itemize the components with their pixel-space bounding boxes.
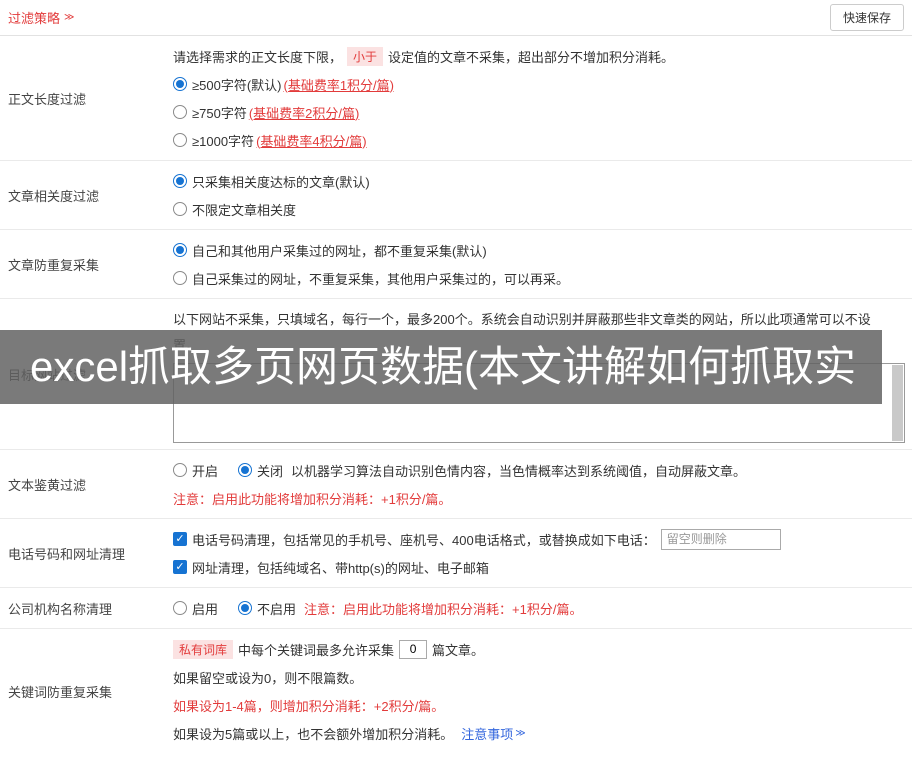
keyword-note-1-4: 如果设为1-4篇，则增加积分消耗：+2积分/篇。 bbox=[173, 698, 445, 714]
row-content-dedupe: 自己和其他用户采集过的网址，都不重复采集(默认) 自己采集过的网址，不重复采集，… bbox=[173, 230, 912, 298]
row-content-keyword: 私有词库 中每个关键词最多允许采集 篇文章。 如果留空或设为0，则不限篇数。 如… bbox=[173, 629, 912, 753]
private-lexicon-badge: 私有词库 bbox=[173, 639, 234, 659]
phone-cleanup-label: 电话号码清理，包括常见的手机号、座机号、400电话格式，或替换成如下电话： bbox=[192, 532, 656, 548]
row-label-porn-filter: 文本鉴黄过滤 bbox=[8, 477, 87, 493]
option-label: ≥750字符 bbox=[192, 105, 247, 121]
option-label: 只采集相关度达标的文章(默认) bbox=[192, 174, 370, 190]
porn-filter-options: 开启 关闭 以机器学习算法自动识别色情内容，当色情概率达到系统阈值，自动屏蔽文章… bbox=[173, 456, 905, 484]
row-label-body-length: 正文长度过滤 bbox=[8, 91, 87, 107]
company-cleanup-options: 启用 不启用 注意：启用此功能将增加积分消耗：+1积分/篇。 bbox=[173, 594, 905, 622]
option-label-company-off: 不启用 bbox=[257, 601, 297, 617]
company-cleanup-note: 注意：启用此功能将增加积分消耗：+1积分/篇。 bbox=[304, 601, 583, 617]
row-body-length-filter: 正文长度过滤 请选择需求的正文长度下限， 小于 设定值的文章不采集，超出部分不增… bbox=[0, 36, 912, 161]
option-label-company-on: 启用 bbox=[192, 601, 219, 617]
radio-option-1000[interactable]: ≥1000字符 (基础费率4积分/篇) bbox=[173, 126, 905, 154]
radio-option-relevance-any[interactable]: 不限定文章相关度 bbox=[173, 195, 905, 223]
radio-option-dedupe-self[interactable]: 自己采集过的网址，不重复采集，其他用户采集过的，可以再采。 bbox=[173, 264, 905, 292]
notice-link[interactable]: 注意事项 bbox=[461, 724, 513, 743]
fee-note: (基础费率4积分/篇) bbox=[256, 133, 367, 149]
option-label-porn-off: 关闭 bbox=[257, 463, 284, 479]
radio-option-500[interactable]: ≥500字符(默认) (基础费率1积分/篇) bbox=[173, 70, 905, 98]
keyword-limit-line: 私有词库 中每个关键词最多允许采集 篇文章。 bbox=[173, 635, 905, 663]
row-phone-url-cleanup: 电话号码和网址清理 电话号码清理，包括常见的手机号、座机号、400电话格式，或替… bbox=[0, 519, 912, 588]
keyword-count-input[interactable] bbox=[399, 639, 428, 659]
keyword-limit-text-end: 篇文章。 bbox=[432, 642, 485, 658]
header: 过滤策略 ≫ 快速保存 bbox=[0, 0, 912, 36]
radio-icon-750[interactable] bbox=[173, 105, 187, 119]
intro-text-post: 设定值的文章不采集，超出部分不增加积分消耗。 bbox=[388, 49, 675, 65]
row-content-phone-url: 电话号码清理，包括常见的手机号、座机号、400电话格式，或替换成如下电话： 网址… bbox=[173, 519, 912, 587]
overlay-banner-text: excel抓取多页网页数据(本文讲解如何抓取实 bbox=[30, 343, 857, 390]
keyword-limit-text: 中每个关键词最多允许采集 bbox=[238, 642, 395, 658]
double-chevron-icon[interactable]: ≫ bbox=[515, 728, 525, 739]
radio-icon-1000[interactable] bbox=[173, 133, 187, 147]
checkbox-icon-url-cleanup[interactable] bbox=[173, 560, 187, 574]
keyword-note-zero: 如果留空或设为0，则不限篇数。 bbox=[173, 670, 363, 686]
page-title[interactable]: 过滤策略 ≫ bbox=[8, 8, 74, 27]
row-label-phone-url: 电话号码和网址清理 bbox=[8, 546, 126, 562]
row-content-porn-filter: 开启 关闭 以机器学习算法自动识别色情内容，当色情概率达到系统阈值，自动屏蔽文章… bbox=[173, 450, 912, 518]
option-label: 自己采集过的网址，不重复采集，其他用户采集过的，可以再采。 bbox=[192, 271, 570, 287]
radio-icon-500[interactable] bbox=[173, 77, 187, 91]
option-label-porn-on: 开启 bbox=[192, 463, 219, 479]
porn-filter-description: 以机器学习算法自动识别色情内容，当色情概率达到系统阈值，自动屏蔽文章。 bbox=[291, 463, 747, 479]
url-cleanup-option: 网址清理，包括纯域名、带http(s)的网址、电子邮箱 bbox=[173, 553, 905, 581]
radio-icon-relevance-strict[interactable] bbox=[173, 174, 187, 188]
radio-icon-dedupe-all[interactable] bbox=[173, 243, 187, 257]
textarea-scrollbar[interactable] bbox=[892, 365, 903, 441]
fee-note: (基础费率1积分/篇) bbox=[283, 77, 394, 93]
phone-cleanup-option: 电话号码清理，包括常见的手机号、座机号、400电话格式，或替换成如下电话： bbox=[173, 525, 905, 553]
row-porn-filter: 文本鉴黄过滤 开启 关闭 以机器学习算法自动识别色情内容，当色情概率达到系统阈值… bbox=[0, 450, 912, 519]
row-company-cleanup: 公司机构名称清理 启用 不启用 注意：启用此功能将增加积分消耗：+1积分/篇。 bbox=[0, 588, 912, 629]
radio-option-relevance-strict[interactable]: 只采集相关度达标的文章(默认) bbox=[173, 167, 905, 195]
replacement-phone-input[interactable] bbox=[660, 528, 781, 550]
row-label-keyword: 关键词防重复采集 bbox=[8, 684, 113, 700]
body-length-intro: 请选择需求的正文长度下限， 小于 设定值的文章不采集，超出部分不增加积分消耗。 bbox=[173, 42, 905, 70]
quick-save-button[interactable]: 快速保存 bbox=[829, 4, 904, 31]
radio-option-750[interactable]: ≥750字符 (基础费率2积分/篇) bbox=[173, 98, 905, 126]
option-label: 不限定文章相关度 bbox=[192, 202, 297, 218]
keyword-note-5plus-line: 如果设为5篇或以上，也不会额外增加积分消耗。 注意事项 ≫ bbox=[173, 719, 905, 747]
keyword-note-5plus: 如果设为5篇或以上，也不会额外增加积分消耗。 bbox=[173, 726, 454, 742]
fee-note: (基础费率2积分/篇) bbox=[248, 105, 360, 121]
intro-text-pre: 请选择需求的正文长度下限， bbox=[173, 49, 343, 65]
radio-icon-dedupe-self[interactable] bbox=[173, 271, 187, 285]
radio-icon-company-off[interactable] bbox=[238, 601, 253, 615]
row-relevance-filter: 文章相关度过滤 只采集相关度达标的文章(默认) 不限定文章相关度 bbox=[0, 161, 912, 230]
url-cleanup-label: 网址清理，包括纯域名、带http(s)的网址、电子邮箱 bbox=[192, 560, 489, 576]
row-keyword-dedupe: 关键词防重复采集 私有词库 中每个关键词最多允许采集 篇文章。 如果留空或设为0… bbox=[0, 629, 912, 753]
row-content-relevance: 只采集相关度达标的文章(默认) 不限定文章相关度 bbox=[173, 161, 912, 229]
double-chevron-icon: ≫ bbox=[64, 12, 75, 23]
checkbox-icon-phone-cleanup[interactable] bbox=[173, 532, 187, 546]
row-content-body-length: 请选择需求的正文长度下限， 小于 设定值的文章不采集，超出部分不增加积分消耗。 … bbox=[173, 36, 912, 160]
row-label-relevance: 文章相关度过滤 bbox=[8, 188, 100, 204]
page-title-text: 过滤策略 bbox=[8, 11, 61, 26]
row-content-company: 启用 不启用 注意：启用此功能将增加积分消耗：+1积分/篇。 bbox=[173, 588, 912, 628]
row-label-dedupe: 文章防重复采集 bbox=[8, 257, 100, 273]
radio-icon-porn-on[interactable] bbox=[173, 463, 187, 477]
less-than-badge: 小于 bbox=[347, 46, 384, 66]
option-label: ≥500字符(默认) bbox=[192, 77, 282, 93]
option-label: ≥1000字符 bbox=[192, 133, 255, 149]
radio-icon-relevance-any[interactable] bbox=[173, 202, 187, 216]
row-dedupe-collection: 文章防重复采集 自己和其他用户采集过的网址，都不重复采集(默认) 自己采集过的网… bbox=[0, 230, 912, 299]
radio-icon-porn-off[interactable] bbox=[238, 463, 253, 477]
overlay-banner: excel抓取多页网页数据(本文讲解如何抓取实 bbox=[0, 330, 882, 404]
porn-filter-note: 注意：启用此功能将增加积分消耗：+1积分/篇。 bbox=[173, 491, 452, 507]
option-label: 自己和其他用户采集过的网址，都不重复采集(默认) bbox=[192, 243, 487, 259]
radio-option-dedupe-all[interactable]: 自己和其他用户采集过的网址，都不重复采集(默认) bbox=[173, 236, 905, 264]
radio-icon-company-on[interactable] bbox=[173, 601, 187, 615]
row-label-company: 公司机构名称清理 bbox=[8, 601, 113, 617]
filter-strategy-page: 过滤策略 ≫ 快速保存 正文长度过滤 请选择需求的正文长度下限， 小于 设定值的… bbox=[0, 0, 912, 768]
